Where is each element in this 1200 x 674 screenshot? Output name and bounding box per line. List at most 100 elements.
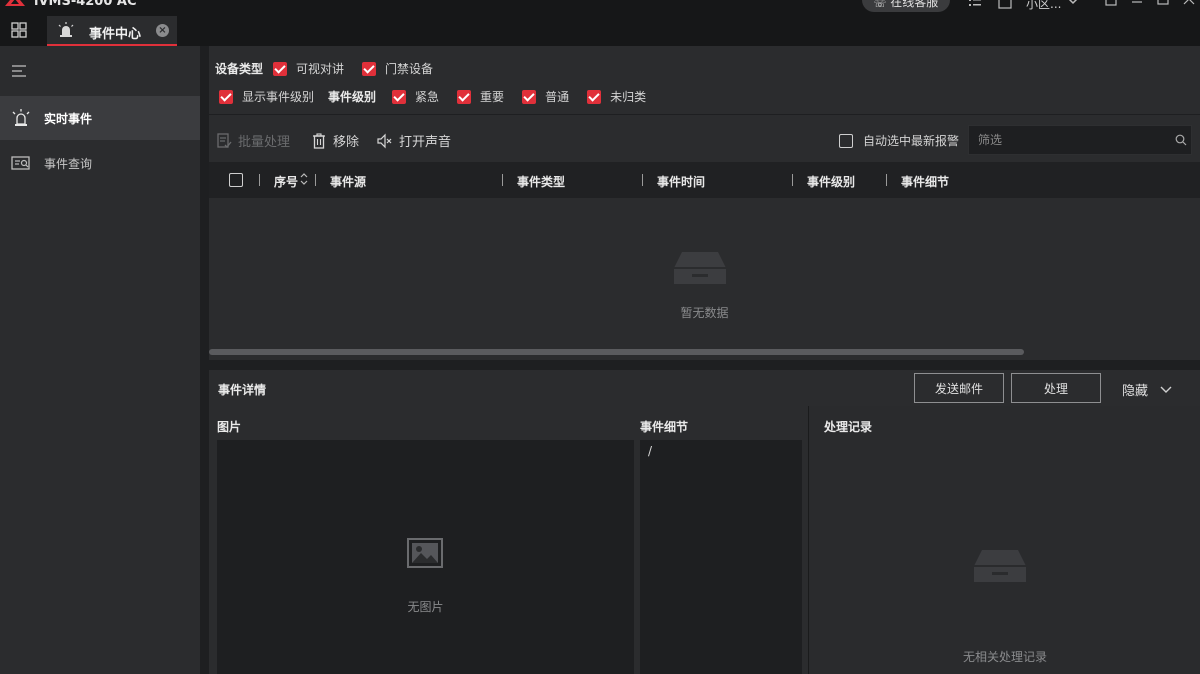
uncategorized-checkbox[interactable]	[587, 89, 602, 104]
chevron-down-icon	[1160, 386, 1172, 393]
enable-sound-button[interactable]: 打开声音	[377, 131, 451, 150]
select-all-checkbox[interactable]	[229, 173, 243, 187]
app-title: iVMS-4200 AC	[34, 0, 137, 9]
speaker-muted-icon	[377, 133, 392, 148]
event-picture-panel: 无图片	[217, 440, 634, 674]
urgent-checkbox[interactable]	[392, 89, 407, 104]
event-toolbar: 批量处理 移除 打开声音 自动选中最新报警	[209, 114, 1200, 162]
close-tab-icon[interactable]: ×	[156, 24, 169, 37]
column-header-level: 事件级别	[807, 175, 856, 189]
intercom-label: 可视对讲	[296, 62, 345, 76]
table-horizontal-scrollbar[interactable]	[209, 349, 1024, 355]
important-label: 重要	[480, 90, 505, 104]
image-placeholder-icon	[407, 538, 443, 568]
hide-label: 隐藏	[1122, 384, 1149, 399]
hide-details-button[interactable]: 隐藏	[1122, 380, 1172, 399]
apps-grid-icon[interactable]	[11, 22, 27, 38]
online-support-button[interactable]: ☏ 在线客服	[862, 0, 950, 12]
access-control-checkbox[interactable]	[362, 61, 377, 76]
menu-toggle-icon[interactable]	[12, 65, 26, 77]
column-header-index[interactable]: 序号	[274, 173, 298, 190]
table-header: 序号 事件源 事件类型 事件时间 事件级别 事件细节	[209, 162, 1200, 198]
device-type-label: 设备类型	[215, 62, 264, 76]
column-divider	[886, 174, 887, 186]
auto-select-checkbox[interactable]	[839, 133, 853, 148]
sidebar-item-realtime-events[interactable]: 实时事件	[0, 96, 200, 140]
column-divider	[642, 174, 643, 186]
trash-icon	[313, 132, 325, 149]
handle-button[interactable]: 处理	[1011, 373, 1101, 403]
uncategorized-label: 未归类	[610, 90, 647, 104]
tab-bar: 事件中心 ×	[0, 14, 1200, 46]
column-header-source: 事件源	[330, 175, 367, 189]
column-header-time: 事件时间	[657, 175, 706, 189]
column-divider	[259, 174, 260, 186]
column-header-detail: 事件细节	[901, 175, 950, 189]
sidebar-item-event-search[interactable]: 事件查询	[0, 141, 200, 185]
list-icon[interactable]	[968, 0, 982, 10]
filter-panel: 设备类型 可视对讲 门禁设备 显示事件级别 事件级别 紧急 重要 普通 未归类	[209, 46, 1200, 114]
filter-search-input[interactable]	[968, 125, 1192, 155]
headset-icon: ☏	[873, 0, 887, 10]
batch-process-button[interactable]: 批量处理	[216, 131, 290, 150]
access-control-label: 门禁设备	[385, 62, 434, 76]
remove-button[interactable]: 移除	[311, 131, 359, 150]
title-bar: iVMS-4200 AC ☏ 在线客服 小区...	[0, 0, 1200, 14]
column-divider	[315, 174, 316, 186]
show-level-label: 显示事件级别	[242, 90, 315, 104]
column-divider	[792, 174, 793, 186]
important-checkbox[interactable]	[457, 89, 472, 104]
sort-icon[interactable]	[299, 169, 309, 189]
normal-label: 普通	[545, 90, 570, 104]
handling-record-title: 处理记录	[824, 420, 873, 434]
user-name[interactable]: 小区...	[1026, 0, 1061, 12]
remove-label: 移除	[333, 135, 360, 150]
batch-process-label: 批量处理	[238, 135, 291, 150]
urgent-label: 紧急	[415, 90, 440, 104]
close-window-icon[interactable]	[1182, 0, 1196, 10]
alarm-light-icon	[12, 109, 30, 126]
handling-record-panel: 处理记录 无相关处理记录	[808, 406, 1200, 674]
column-divider	[502, 174, 503, 186]
tab-label: 事件中心	[89, 27, 142, 42]
event-detail-title: 事件细节	[640, 420, 689, 434]
search-icon[interactable]	[1175, 134, 1187, 146]
sidebar: 实时事件 事件查询	[0, 46, 200, 674]
sidebar-item-label: 事件查询	[44, 157, 93, 171]
table-empty-text: 暂无数据	[680, 306, 729, 320]
auto-select-latest-alarm: 自动选中最新报警	[839, 132, 959, 149]
normal-checkbox[interactable]	[522, 89, 537, 104]
picture-title: 图片	[217, 420, 242, 434]
event-level-label: 事件级别	[328, 90, 377, 104]
auto-select-label: 自动选中最新报警	[863, 134, 960, 148]
sidebar-item-label: 实时事件	[44, 112, 93, 126]
send-email-button[interactable]: 发送邮件	[914, 373, 1004, 403]
event-detail-panel: /	[640, 440, 802, 674]
main-content: 设备类型 可视对讲 门禁设备 显示事件级别 事件级别 紧急 重要 普通 未归类	[200, 46, 1200, 674]
event-level-filter-row: 显示事件级别 事件级别 紧急 重要 普通 未归类	[219, 88, 664, 105]
minimize-icon[interactable]	[1130, 0, 1144, 10]
hikvision-logo-icon	[5, 0, 25, 6]
no-record-text: 无相关处理记录	[962, 650, 1047, 664]
batch-process-icon	[217, 132, 232, 148]
no-picture-text: 无图片	[407, 600, 444, 614]
empty-tray-icon	[674, 252, 726, 284]
device-type-filter-row: 设备类型 可视对讲 门禁设备	[215, 60, 451, 77]
event-details-body: 图片 无图片 事件细节 / 处理记录 无相关处理记录	[209, 406, 1200, 674]
enable-sound-label: 打开声音	[399, 135, 452, 150]
event-details-header: 事件详情 发送邮件 处理 隐藏	[209, 370, 1200, 406]
realtime-event-table: 序号 事件源 事件类型 事件时间 事件级别 事件细节 暂无数据	[209, 162, 1200, 360]
maximize-icon[interactable]	[1156, 0, 1170, 10]
event-details-title: 事件详情	[218, 383, 267, 397]
column-header-type: 事件类型	[517, 175, 566, 189]
minimize-window-icon[interactable]	[1104, 0, 1118, 10]
event-search-icon	[11, 156, 30, 170]
chevron-down-icon[interactable]	[1066, 0, 1080, 8]
show-level-checkbox[interactable]	[219, 89, 233, 104]
image-icon[interactable]	[998, 0, 1012, 10]
online-support-label: 在线客服	[890, 0, 939, 9]
empty-tray-icon	[974, 550, 1026, 582]
tab-event-center[interactable]: 事件中心 ×	[47, 16, 177, 46]
alarm-light-icon	[58, 22, 74, 37]
intercom-checkbox[interactable]	[273, 61, 288, 76]
